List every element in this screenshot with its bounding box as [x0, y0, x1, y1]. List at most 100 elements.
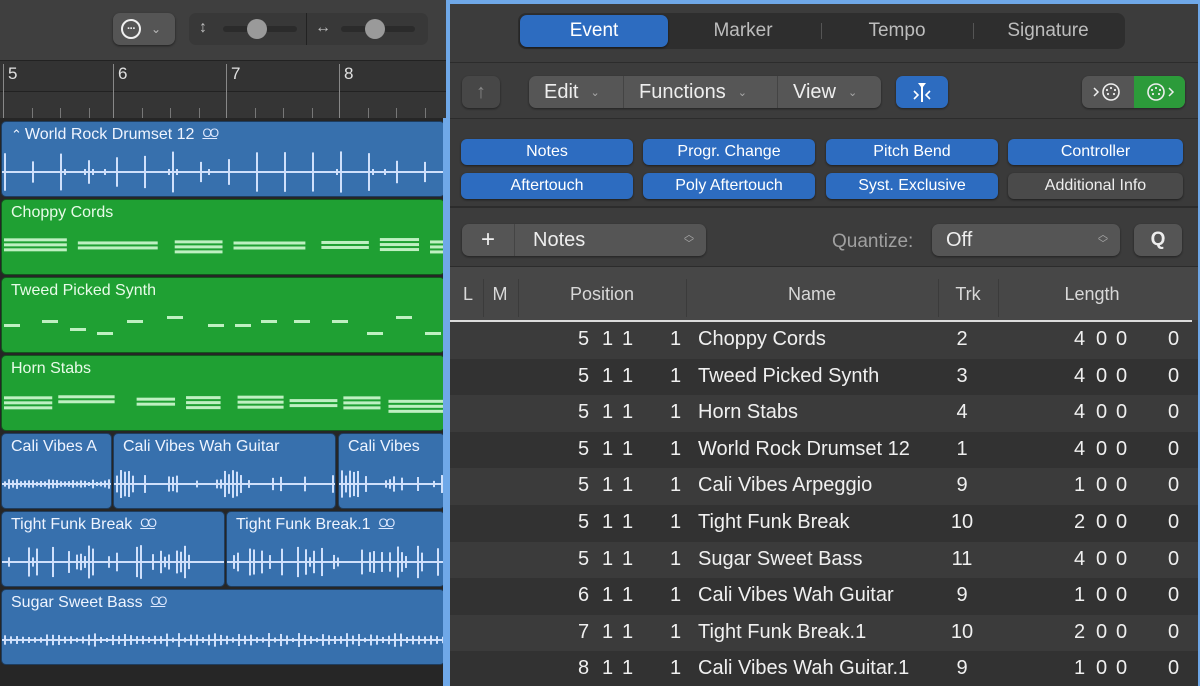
length-bar[interactable]: 4 — [1074, 401, 1085, 424]
up-hierarchy-button[interactable]: ↑ — [462, 76, 500, 108]
length-division[interactable]: 0 — [1116, 548, 1127, 571]
audio-region[interactable]: Tight Funk Break.1 OO — [226, 511, 445, 587]
position-tick[interactable]: 1 — [670, 365, 681, 388]
length-beat[interactable]: 0 — [1096, 657, 1107, 680]
position-tick[interactable]: 1 — [670, 584, 681, 607]
audio-region[interactable]: Cali Vibes A — [1, 433, 112, 509]
position-division[interactable]: 1 — [622, 621, 633, 644]
audio-region[interactable]: Cali Vibes — [338, 433, 445, 509]
event-row[interactable]: 5 1 1 1 Sugar Sweet Bass 11 4 0 0 0 — [450, 541, 1198, 579]
position-tick[interactable]: 1 — [670, 328, 681, 351]
event-track[interactable]: 1 — [942, 438, 982, 461]
length-bar[interactable]: 4 — [1074, 548, 1085, 571]
event-type-select[interactable]: Notes ︿ ﹀ — [516, 224, 706, 256]
position-tick[interactable]: 1 — [670, 474, 681, 497]
position-bar[interactable]: 5 — [578, 401, 589, 424]
length-beat[interactable]: 0 — [1096, 365, 1107, 388]
vertical-zoom-thumb[interactable] — [246, 19, 267, 39]
position-beat[interactable]: 1 — [602, 511, 613, 534]
column-track[interactable]: Trk — [939, 267, 997, 321]
event-row[interactable]: 5 1 1 1 Tweed Picked Synth 3 4 0 0 0 — [450, 358, 1198, 396]
length-division[interactable]: 0 — [1116, 365, 1127, 388]
filter-program-change[interactable]: Progr. Change — [643, 139, 815, 165]
event-name[interactable]: Cali Vibes Arpeggio — [698, 474, 872, 497]
length-tick[interactable]: 0 — [1168, 511, 1179, 534]
length-beat[interactable]: 0 — [1096, 584, 1107, 607]
length-beat[interactable]: 0 — [1096, 438, 1107, 461]
position-tick[interactable]: 1 — [670, 511, 681, 534]
column-m[interactable]: M — [484, 267, 516, 321]
length-beat[interactable]: 0 — [1096, 474, 1107, 497]
event-track[interactable]: 11 — [942, 548, 982, 571]
position-beat[interactable]: 1 — [602, 401, 613, 424]
audio-region[interactable]: Sugar Sweet Bass OO — [1, 589, 445, 665]
midi-region[interactable]: Horn Stabs — [1, 355, 445, 431]
position-bar[interactable]: 8 — [578, 657, 589, 680]
length-beat[interactable]: 0 — [1096, 511, 1107, 534]
audio-region[interactable]: Tight Funk Break OO — [1, 511, 225, 587]
length-tick[interactable]: 0 — [1168, 365, 1179, 388]
position-division[interactable]: 1 — [622, 438, 633, 461]
event-track[interactable]: 3 — [942, 365, 982, 388]
quantize-button[interactable]: Q — [1134, 224, 1182, 256]
position-beat[interactable]: 1 — [602, 548, 613, 571]
event-track[interactable]: 4 — [942, 401, 982, 424]
filter-aftertouch[interactable]: Aftertouch — [461, 173, 633, 199]
event-name[interactable]: Tight Funk Break — [698, 511, 850, 534]
event-track[interactable]: 2 — [942, 328, 982, 351]
tab-marker[interactable]: Marker — [668, 15, 818, 47]
length-division[interactable]: 0 — [1116, 328, 1127, 351]
event-row[interactable]: 8 1 1 1 Cali Vibes Wah Guitar.1 9 1 0 0 0 — [450, 651, 1198, 686]
event-track[interactable]: 9 — [942, 657, 982, 680]
filter-pitch-bend[interactable]: Pitch Bend — [826, 139, 998, 165]
position-bar[interactable]: 5 — [578, 438, 589, 461]
length-beat[interactable]: 0 — [1096, 401, 1107, 424]
position-division[interactable]: 1 — [622, 511, 633, 534]
add-event-button[interactable]: + — [462, 224, 515, 256]
column-l[interactable]: L — [456, 267, 480, 321]
event-name[interactable]: Tweed Picked Synth — [698, 365, 879, 388]
length-division[interactable]: 0 — [1116, 511, 1127, 534]
position-bar[interactable]: 6 — [578, 584, 589, 607]
length-bar[interactable]: 1 — [1074, 657, 1085, 680]
position-beat[interactable]: 1 — [602, 474, 613, 497]
position-beat[interactable]: 1 — [602, 438, 613, 461]
position-tick[interactable]: 1 — [670, 621, 681, 644]
event-name[interactable]: Choppy Cords — [698, 328, 826, 351]
event-row[interactable]: 5 1 1 1 Horn Stabs 4 4 0 0 0 — [450, 395, 1198, 432]
position-beat[interactable]: 1 — [602, 365, 613, 388]
event-row[interactable]: 5 1 1 1 World Rock Drumset 12 1 4 0 0 0 — [450, 431, 1198, 469]
tab-tempo[interactable]: Tempo — [822, 15, 972, 47]
length-tick[interactable]: 0 — [1168, 474, 1179, 497]
event-track[interactable]: 10 — [942, 621, 982, 644]
tab-event[interactable]: Event — [520, 15, 668, 47]
length-tick[interactable]: 0 — [1168, 401, 1179, 424]
event-name[interactable]: Horn Stabs — [698, 401, 798, 424]
position-division[interactable]: 1 — [622, 584, 633, 607]
length-tick[interactable]: 0 — [1168, 328, 1179, 351]
bar-ruler[interactable]: 5 6 7 8 — [0, 60, 446, 119]
event-track[interactable]: 10 — [942, 511, 982, 534]
filter-system-exclusive[interactable]: Syst. Exclusive — [826, 173, 998, 199]
position-beat[interactable]: 1 — [602, 584, 613, 607]
filter-poly-aftertouch[interactable]: Poly Aftertouch — [643, 173, 815, 199]
event-row[interactable]: 5 1 1 1 Choppy Cords 2 4 0 0 0 — [450, 322, 1198, 359]
length-beat[interactable]: 0 — [1096, 621, 1107, 644]
view-menu[interactable]: View ⌄ — [778, 76, 881, 108]
event-name[interactable]: Cali Vibes Wah Guitar — [698, 584, 894, 607]
midi-in-button[interactable] — [1082, 76, 1134, 108]
position-bar[interactable]: 5 — [578, 328, 589, 351]
edit-menu[interactable]: Edit ⌄ — [529, 76, 623, 108]
catch-playhead-button[interactable] — [896, 76, 948, 108]
audio-region[interactable]: Cali Vibes Wah Guitar — [113, 433, 336, 509]
event-track[interactable]: 9 — [942, 584, 982, 607]
audio-region[interactable]: ⌃ World Rock Drumset 12 OO — [1, 121, 445, 197]
event-row[interactable]: 6 1 1 1 Cali Vibes Wah Guitar 9 1 0 0 0 — [450, 578, 1198, 615]
position-bar[interactable]: 5 — [578, 511, 589, 534]
length-tick[interactable]: 0 — [1168, 584, 1179, 607]
event-name[interactable]: World Rock Drumset 12 — [698, 438, 910, 461]
position-tick[interactable]: 1 — [670, 401, 681, 424]
event-name[interactable]: Tight Funk Break.1 — [698, 621, 866, 644]
position-tick[interactable]: 1 — [670, 438, 681, 461]
event-row[interactable]: 7 1 1 1 Tight Funk Break.1 10 2 0 0 0 — [450, 614, 1198, 652]
